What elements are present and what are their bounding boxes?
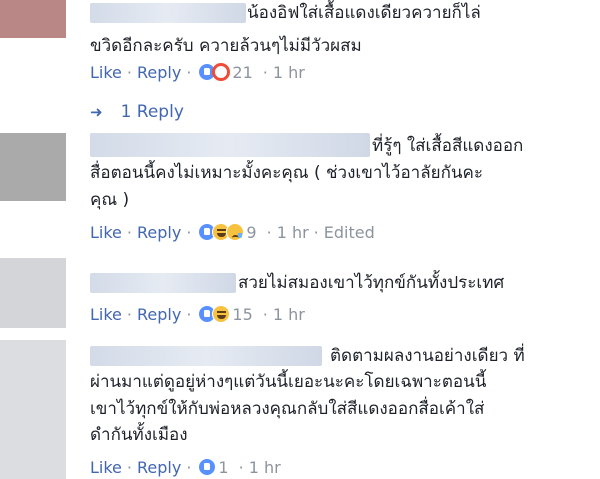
timestamp[interactable]: 1 hr [249,458,281,477]
comment-text: ผ่านมาแต่ดูอยู่ห่างๆแต่วันนี้เยอะนะคะโดย… [90,369,486,395]
separator: · [266,222,272,242]
redacted-author-name [90,273,236,293]
separator: · [126,304,132,324]
separator: · [186,457,192,477]
reactions[interactable]: 1 [198,457,229,477]
comment-text: น้องอิฟใส่เสื้อแดงเดียวควายก็ไล่ [247,0,481,26]
reaction-count: 9 [246,222,257,242]
like-link[interactable]: Like [90,63,122,82]
comment-text: ขวิดอีกละครับ ควายล้วนๆไม่มีวัวผสม [90,33,362,59]
comment-text: สวยไม่สมองเขาไว้ทุกข์กันทั้งประเทศ [238,270,504,296]
redacted-author-name [90,3,246,23]
comment-text: ติดตามผลงานอย่างเดียว ที่ [330,343,525,369]
comment-actions: Like · Reply · 15 · 1 hr [90,304,305,324]
avatar[interactable] [0,340,66,479]
avatar[interactable] [0,0,66,38]
timestamp[interactable]: 1 hr [277,223,309,242]
separator: · [186,62,192,82]
reaction-count: 15 [232,304,253,324]
comment-line: ติดตามผลงานอย่างเดียว ที่ [330,346,525,366]
comment-line: สื่อตอนนี้คงไม่เหมาะมั้งคะคุณ ( ช่วงเขาไ… [90,163,484,183]
reaction-count: 1 [218,457,229,477]
comment-line: ดำกันทั้งเมือง [90,425,188,445]
comment-text: คุณ ) [90,187,129,213]
edited-label[interactable]: Edited [324,223,375,242]
like-link[interactable]: Like [90,223,122,242]
comment-line: สวยไม่สมองเขาไว้ทุกข์กันทั้งประเทศ [238,273,505,293]
comment-text: เขาไว้ทุกข์ให้กับพ่อหลวงคุณกลับใส่สีแดงอ… [90,396,484,422]
view-replies-link[interactable]: ➜ 1 Reply [90,102,184,122]
like-reaction-icon [198,458,217,476]
separator: · [126,457,132,477]
reactions[interactable]: 21 [198,62,253,82]
reaction-count: 21 [232,62,253,82]
replies-count-label: 1 Reply [120,102,184,122]
reply-link[interactable]: Reply [137,458,181,477]
redacted-author-name [90,133,370,157]
comment-actions: Like · Reply · 1 · 1 hr [90,457,281,477]
separator: · [126,62,132,82]
separator: · [262,62,268,82]
comment-text: สื่อตอนนี้คงไม่เหมาะมั้งคะคุณ ( ช่วงเขาไ… [90,160,483,186]
comment-line: ที่รู้ๆ ใส่เสื้อสีแดงออก [372,136,524,156]
haha-reaction-icon [212,305,231,323]
timestamp[interactable]: 1 hr [273,63,305,82]
comment-text: ที่รู้ๆ ใส่เสื้อสีแดงออก [372,133,523,159]
comment-text: ดำกันทั้งเมือง [90,422,188,448]
comment-line: เขาไว้ทุกข์ให้กับพ่อหลวงคุณกลับใส่สีแดงอ… [90,399,485,419]
reply-arrow-icon: ➜ [90,103,103,121]
avatar[interactable] [0,133,66,201]
comment-actions: Like · Reply · 9 · 1 hr · Edited [90,222,375,242]
comment-actions: Like · Reply · 21 · 1 hr [90,62,305,82]
comment-line: ขวิดอีกละครับ ควายล้วนๆไม่มีวัวผสม [90,36,362,56]
reactions[interactable]: 15 [198,304,253,324]
separator: · [186,222,192,242]
like-link[interactable]: Like [90,458,122,477]
separator: · [126,222,132,242]
redacted-author-name [90,346,322,366]
timestamp[interactable]: 1 hr [273,305,305,324]
comment-line: ผ่านมาแต่ดูอยู่ห่างๆแต่วันนี้เยอะนะคะโดย… [90,372,487,392]
reply-link[interactable]: Reply [137,305,181,324]
reply-link[interactable]: Reply [137,223,181,242]
separator: · [186,304,192,324]
separator: · [238,457,244,477]
separator: · [313,222,319,242]
angry-reaction-icon [212,63,231,81]
reply-link[interactable]: Reply [137,63,181,82]
separator: · [262,304,268,324]
like-link[interactable]: Like [90,305,122,324]
avatar[interactable] [0,258,66,328]
comment-line: คุณ ) [90,190,130,210]
sad-reaction-icon [226,223,245,241]
comment-line: น้องอิฟใส่เสื้อแดงเดียวควายก็ไล่ [247,3,481,23]
reactions[interactable]: 9 [198,222,257,242]
